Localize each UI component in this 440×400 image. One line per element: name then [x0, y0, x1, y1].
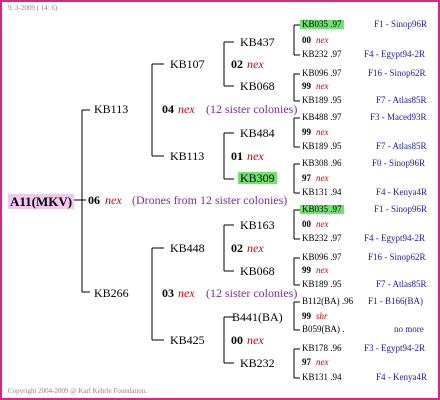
g4-4-name[interactable]: KB163 [240, 219, 275, 231]
g4-7-name[interactable]: KB232 [240, 357, 275, 369]
kb448-status: nex [247, 241, 264, 255]
kb107-status: nex [247, 57, 264, 71]
kb113b-status: nex [247, 149, 264, 163]
p-4b[interactable]: KB232 .97 [302, 234, 342, 243]
g5-3-queen: 97 [302, 173, 311, 183]
p-5a-loc: F16 - Sinop62R [368, 252, 426, 262]
kb266-queen-number: 03 [162, 286, 174, 300]
p-7b-loc: F4 - Kenya4R [376, 372, 427, 382]
kb113-name[interactable]: KB113 [94, 103, 128, 115]
p-4a-loc: F1 - Sinop96R [374, 204, 428, 214]
p-2b[interactable]: KB189 .95 [302, 142, 342, 151]
p-7a-loc: F3 - Egypt94-2R [364, 343, 426, 353]
g5-3-status: nex [316, 173, 329, 183]
gen1-queen-number: 06 [88, 193, 100, 207]
g4-1-name[interactable]: KB068 [240, 80, 275, 92]
g5-4-status: nex [316, 219, 329, 229]
p-6b[interactable]: B059(BA) . [302, 325, 345, 334]
g5-4-queen: 00 [302, 219, 311, 229]
p-1a[interactable]: KB096 .97 [302, 69, 342, 78]
g5-2-status: nex [316, 127, 329, 137]
p-1b-loc: F7 - Atlas85R [376, 95, 427, 105]
kb266-note: (12 sister colonies) [206, 286, 298, 300]
g5-6-status: shr [316, 311, 328, 321]
kb107-name[interactable]: KB107 [170, 58, 205, 70]
p-5b-loc: F7 - Atlas85R [376, 279, 427, 289]
p-2a[interactable]: KB488 .97 [302, 113, 342, 122]
p-2a-loc: F3 - Maced93R [370, 112, 427, 122]
kb448-queen-number: 02 [231, 241, 243, 255]
p-3a[interactable]: KB308 .96 [302, 159, 342, 168]
g5-1-status: nex [316, 81, 329, 91]
kb266-name[interactable]: KB266 [94, 287, 129, 299]
p-1b[interactable]: KB189 .95 [302, 96, 342, 105]
kb425-queen-number: 00 [231, 333, 243, 347]
g5-0-queen: 00 [302, 35, 311, 45]
p-5b[interactable]: KB189 .95 [302, 280, 342, 289]
p-7a[interactable]: KB178 .96 [302, 344, 342, 353]
gen1-note: (Drones from 12 sister colonies) [132, 193, 288, 207]
p-6a[interactable]: B112(BA) .96 [302, 297, 353, 306]
p-3a-loc: F0 - Sinop96R [372, 158, 426, 168]
kb448-name[interactable]: KB448 [170, 242, 205, 254]
g5-5-queen: 99 [302, 265, 311, 275]
g5-1-queen: 99 [302, 81, 311, 91]
pedigree-panel: 9. 3-2009 ( 14: 6) A11(MKV) 06 nex (Dron… [0, 0, 440, 400]
g5-0-status: nex [316, 35, 329, 45]
kb425-name[interactable]: KB425 [170, 334, 205, 346]
p-2b-loc: F7 - Atlas85R [376, 141, 427, 151]
kb113-queen-number: 04 [162, 102, 174, 116]
g4-6-name[interactable]: B441(BA) [232, 311, 283, 323]
g5-7-queen: 97 [302, 357, 311, 367]
p-0b[interactable]: KB232 .97 [302, 50, 342, 59]
p-0a-loc: F1 - Sinop96R [374, 19, 428, 29]
root-queen[interactable]: A11(MKV) [8, 194, 75, 209]
p-0a[interactable]: KB035 .97 [300, 20, 344, 29]
header-date: 9. 3-2009 ( 14: 6) [8, 4, 58, 12]
p-6a-loc: F1 - B166(BA) [368, 296, 424, 306]
g5-5-status: nex [316, 265, 329, 275]
g4-0-name[interactable]: KB437 [240, 36, 275, 48]
kb113-note: (12 sister colonies) [206, 102, 298, 116]
p-0b-loc: F4 - Egypt94-2R [364, 49, 426, 59]
kb425-status: nex [247, 333, 264, 347]
p-4a[interactable]: KB035 .97 [300, 205, 344, 214]
g5-7-status: nex [316, 357, 329, 367]
kb266-status: nex [178, 286, 195, 300]
kb113b-queen-number: 01 [231, 149, 243, 163]
p-3b[interactable]: KB131 .94 [302, 188, 342, 197]
footer-copyright: Copyright 2004-2009 @ Karl Kehrle Founda… [8, 387, 148, 395]
kb113b-name[interactable]: KB113 [170, 150, 204, 162]
kb113-status: nex [178, 102, 195, 116]
p-1a-loc: F16 - Sinop62R [368, 68, 426, 78]
p-7b[interactable]: KB131 .94 [302, 373, 342, 382]
p-4b-loc: F4 - Egypt94-2R [364, 233, 426, 243]
p-6b-loc: no more [394, 324, 424, 334]
p-3b-loc: F4 - Kenya4R [376, 187, 427, 197]
kb107-queen-number: 02 [231, 57, 243, 71]
p-5a[interactable]: KB096 .97 [302, 253, 342, 262]
g5-2-queen: 99 [302, 127, 311, 137]
g5-6-queen: 99 [302, 311, 311, 321]
g4-2-name[interactable]: KB484 [240, 127, 275, 139]
g4-5-name[interactable]: KB068 [240, 265, 275, 277]
g4-3-name[interactable]: KB309 [238, 172, 277, 184]
gen1-status: nex [105, 193, 122, 207]
